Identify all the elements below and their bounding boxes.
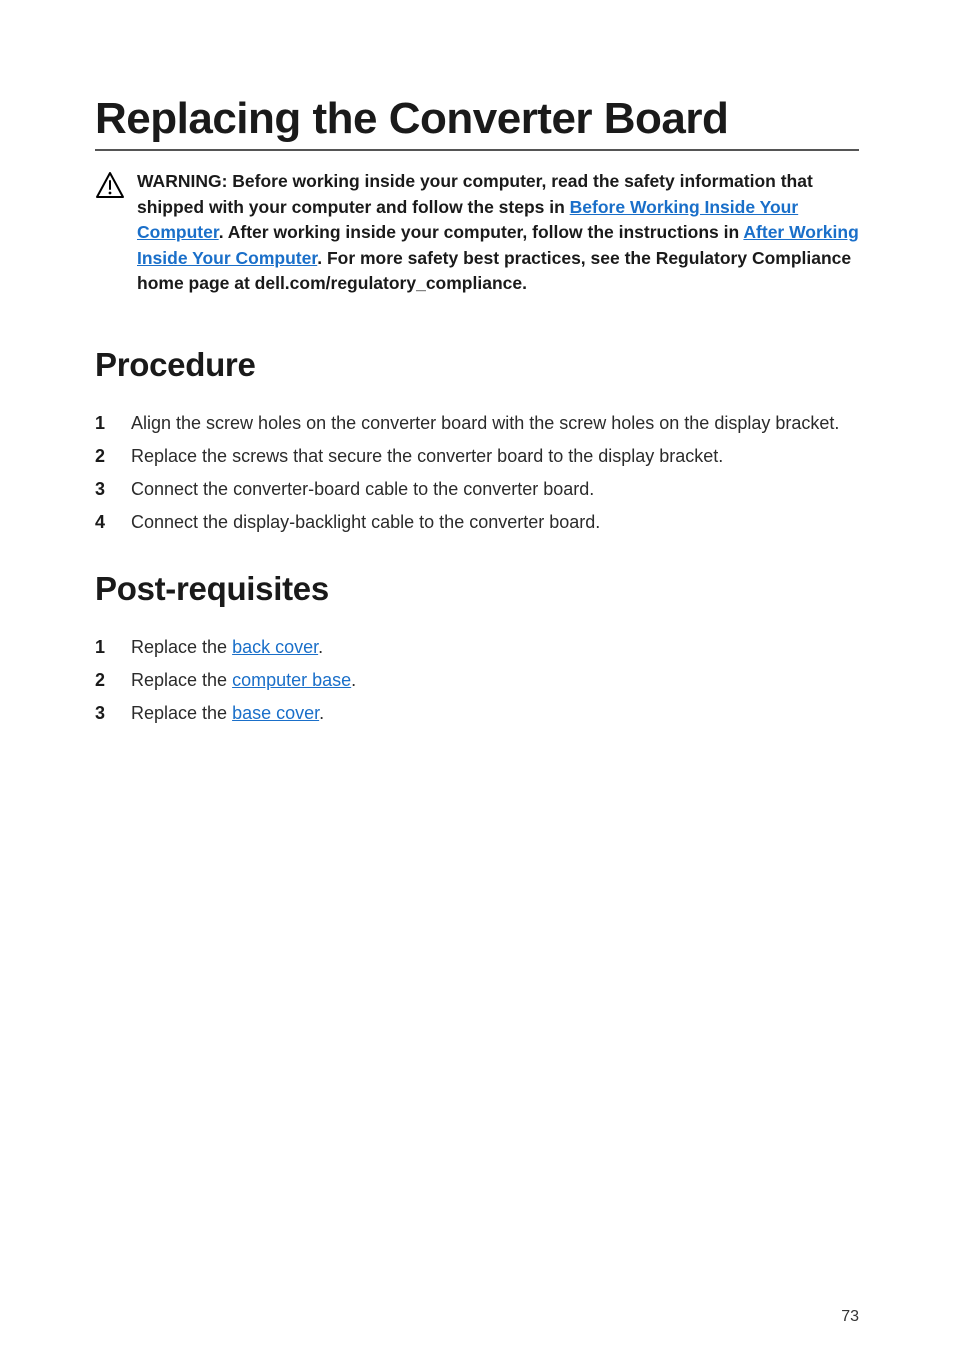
link-base-cover[interactable]: base cover xyxy=(232,703,319,723)
step-text: Align the screw holes on the converter b… xyxy=(131,410,859,437)
post-requisites-steps: 1 Replace the back cover. 2 Replace the … xyxy=(95,634,859,727)
procedure-steps: 1 Align the screw holes on the converter… xyxy=(95,410,859,536)
page-number: 73 xyxy=(841,1308,859,1326)
step-pre: Replace the xyxy=(131,670,232,690)
step-text: Replace the computer base. xyxy=(131,667,859,694)
step-text: Connect the display-backlight cable to t… xyxy=(131,509,859,536)
step-number: 4 xyxy=(95,509,109,536)
procedure-heading: Procedure xyxy=(95,346,859,384)
link-computer-base[interactable]: computer base xyxy=(232,670,351,690)
step-text: Connect the converter-board cable to the… xyxy=(131,476,859,503)
post-requisites-heading: Post-requisites xyxy=(95,570,859,608)
step-text: Replace the screws that secure the conve… xyxy=(131,443,859,470)
title-divider xyxy=(95,149,859,151)
list-item: 4 Connect the display-backlight cable to… xyxy=(95,509,859,536)
step-number: 2 xyxy=(95,443,109,470)
link-back-cover[interactable]: back cover xyxy=(232,637,318,657)
list-item: 3 Replace the base cover. xyxy=(95,700,859,727)
step-text: Replace the base cover. xyxy=(131,700,859,727)
step-number: 1 xyxy=(95,410,109,437)
step-pre: Replace the xyxy=(131,637,232,657)
list-item: 2 Replace the computer base. xyxy=(95,667,859,694)
warning-block: WARNING: Before working inside your comp… xyxy=(95,169,859,296)
list-item: 2 Replace the screws that secure the con… xyxy=(95,443,859,470)
list-item: 3 Connect the converter-board cable to t… xyxy=(95,476,859,503)
list-item: 1 Align the screw holes on the converter… xyxy=(95,410,859,437)
step-pre: Replace the xyxy=(131,703,232,723)
step-number: 1 xyxy=(95,634,109,661)
page-title: Replacing the Converter Board xyxy=(95,95,859,143)
list-item: 1 Replace the back cover. xyxy=(95,634,859,661)
warning-icon xyxy=(95,171,125,204)
warning-between1: . After working inside your computer, fo… xyxy=(219,222,744,242)
step-number: 3 xyxy=(95,700,109,727)
step-post: . xyxy=(318,637,323,657)
document-page: Replacing the Converter Board WARNING: B… xyxy=(0,0,954,1366)
step-number: 2 xyxy=(95,667,109,694)
warning-text: WARNING: Before working inside your comp… xyxy=(137,169,859,296)
step-number: 3 xyxy=(95,476,109,503)
step-post: . xyxy=(351,670,356,690)
step-post: . xyxy=(319,703,324,723)
step-text: Replace the back cover. xyxy=(131,634,859,661)
